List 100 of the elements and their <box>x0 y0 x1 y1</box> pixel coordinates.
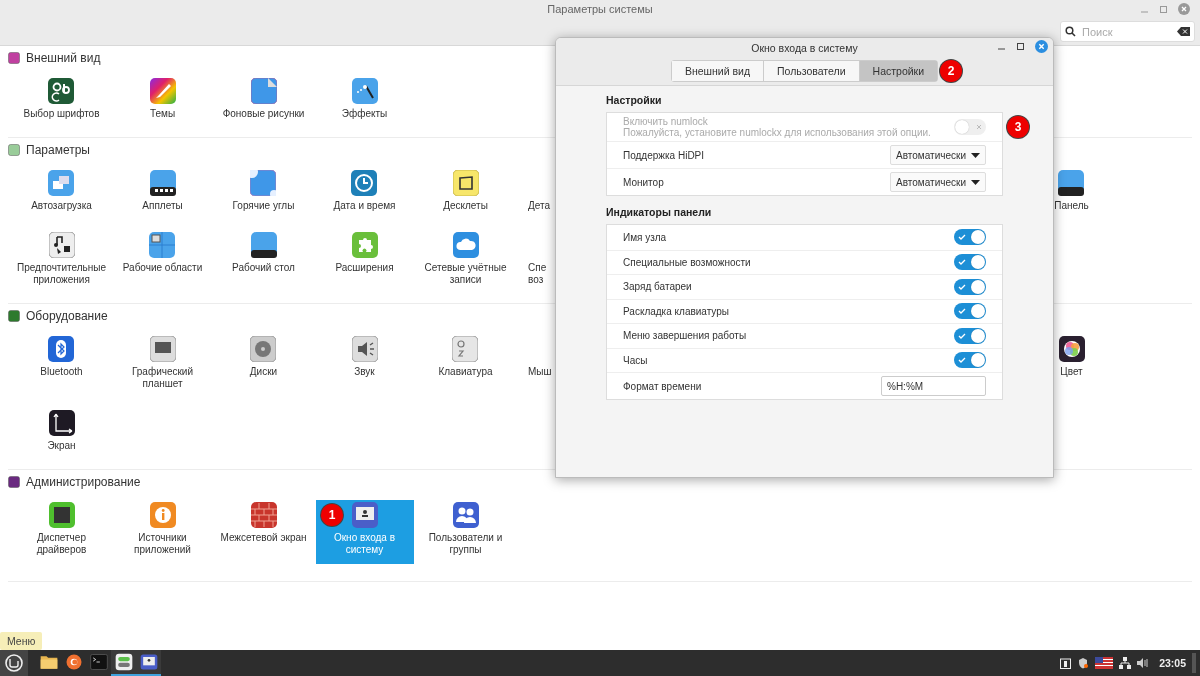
display-icon <box>48 410 75 436</box>
network-icon[interactable] <box>1119 657 1132 669</box>
settings-item[interactable]: Панель <box>1054 170 1089 212</box>
wallpaper-icon <box>250 78 277 104</box>
info-icon <box>149 502 176 528</box>
setting-label: Специальные возможности <box>623 256 752 268</box>
close-icon[interactable] <box>1035 40 1048 53</box>
settings-item[interactable]: Дата и время <box>333 170 396 212</box>
settings-item[interactable]: Клавиатура <box>438 336 493 378</box>
settings-item-label[interactable]: Мыш <box>528 366 552 378</box>
menu-button[interactable] <box>0 650 28 676</box>
key-icon <box>452 336 479 362</box>
toggle-switch[interactable] <box>954 254 986 271</box>
setting-label: Меню завершения работы <box>623 330 748 342</box>
settings-item[interactable]: Цвет <box>1058 336 1085 378</box>
settings-item[interactable]: Экран <box>47 410 76 452</box>
settings-item[interactable]: Пользователи и группы <box>416 502 515 556</box>
settings-item[interactable]: Диски <box>249 336 278 378</box>
menu-tooltip: Меню <box>0 632 43 650</box>
check-icon <box>958 233 966 242</box>
clock-icon <box>351 170 378 196</box>
maximize-icon[interactable] <box>1016 42 1025 51</box>
settings-item[interactable]: Эффекты <box>341 78 388 120</box>
settings-item-label[interactable]: Дета <box>528 200 551 212</box>
time-format-field[interactable]: %H:%M <box>881 376 986 396</box>
startup-icon <box>48 170 75 196</box>
close-icon[interactable] <box>1178 3 1190 15</box>
tab[interactable]: Внешний вид <box>671 61 763 81</box>
cross-icon <box>976 124 982 130</box>
toggle-switch[interactable] <box>954 327 986 344</box>
taskbar-app[interactable] <box>111 650 136 676</box>
settings-item[interactable]: Расширения <box>335 232 394 274</box>
settings-item[interactable]: Межсетевой экран <box>220 502 307 544</box>
caret-icon <box>971 179 980 185</box>
hot-corner-icon <box>250 170 277 196</box>
cloud-icon <box>452 232 479 258</box>
settings-item[interactable]: Рабочие области <box>122 232 203 274</box>
search-box[interactable]: Поиск <box>1060 21 1195 42</box>
tablet-icon <box>149 336 176 362</box>
settings-item-label[interactable]: Спе воз <box>528 262 547 286</box>
media-icon <box>48 232 75 258</box>
setting-label: Поддержка HiDPI <box>623 149 706 161</box>
wand-icon <box>351 78 378 104</box>
step-badge: 2 <box>940 60 963 82</box>
desktop-icon <box>250 232 277 258</box>
check-icon <box>958 282 966 291</box>
terminal-icon <box>88 652 109 672</box>
step-badge: 1 <box>321 504 343 526</box>
setting-label: Формат времени <box>623 380 703 392</box>
setting-label: Заряд батареи <box>623 281 693 293</box>
settings-item[interactable]: Диспетчер драйверов <box>12 502 111 556</box>
shield-icon[interactable] <box>1077 657 1090 669</box>
dropdown[interactable]: Автоматически <box>890 145 986 165</box>
taskbar-app[interactable] <box>136 650 161 676</box>
settings-item[interactable]: Графический планшет <box>113 336 212 390</box>
settings-toggles-icon <box>113 652 134 672</box>
settings-item[interactable]: Апплеты <box>142 170 183 212</box>
clipboard-icon[interactable] <box>1060 657 1072 669</box>
settings-item[interactable]: Bluetooth <box>40 336 83 378</box>
section-title: Оборудование <box>26 309 108 323</box>
settings-item[interactable]: Десклеты <box>443 170 488 212</box>
toggle-switch[interactable] <box>954 229 986 246</box>
window-title: Параметры системы <box>547 3 653 17</box>
tab[interactable]: Пользователи <box>763 61 859 81</box>
toggle-switch[interactable] <box>954 303 986 320</box>
puzzle-icon <box>351 232 378 258</box>
settings-item[interactable]: Фоновые рисунки <box>222 78 305 120</box>
settings-item[interactable]: Звук <box>351 336 378 378</box>
settings-item[interactable]: Предпочтительные приложения <box>12 232 111 286</box>
setting-label: Часы <box>623 354 649 366</box>
note-icon <box>452 170 479 196</box>
clear-icon[interactable] <box>1177 27 1190 36</box>
settings-item[interactable]: Выбор шрифтов <box>23 78 100 120</box>
color-wheel-icon <box>1058 336 1085 362</box>
brush-icon <box>149 78 176 104</box>
setting-hint: Пожалуйста, установите numlockx для использования этой опции. <box>623 127 932 138</box>
flag-icon[interactable] <box>1095 657 1114 669</box>
preferences-icon <box>8 144 20 156</box>
chip-icon <box>48 502 75 528</box>
dropdown[interactable]: Автоматически <box>890 172 986 192</box>
settings-item[interactable]: Рабочий стол <box>232 232 295 274</box>
hardware-icon <box>8 310 20 322</box>
caret-icon <box>971 152 980 158</box>
settings-item[interactable]: Сетевые учётные записи <box>416 232 515 286</box>
admin-icon <box>8 476 20 488</box>
clock[interactable]: 23:05 <box>1159 657 1186 669</box>
volume-icon[interactable] <box>1137 658 1150 668</box>
tab[interactable]: Настройки <box>858 61 938 81</box>
brick-wall-icon <box>250 502 277 528</box>
panel-icon <box>1058 170 1085 196</box>
step-badge: 3 <box>1007 116 1029 138</box>
dialog-title: Окно входа в систему <box>751 42 858 54</box>
settings-item[interactable]: Автозагрузка <box>31 170 92 212</box>
settings-item[interactable]: Источники приложений <box>113 502 212 556</box>
check-icon <box>958 307 966 316</box>
settings-item[interactable]: Темы <box>149 78 176 120</box>
toggle-switch[interactable] <box>954 352 986 369</box>
section-title: Администрирование <box>26 475 141 489</box>
settings-item[interactable]: Горячие углы <box>232 170 295 212</box>
toggle-switch[interactable] <box>954 278 986 295</box>
